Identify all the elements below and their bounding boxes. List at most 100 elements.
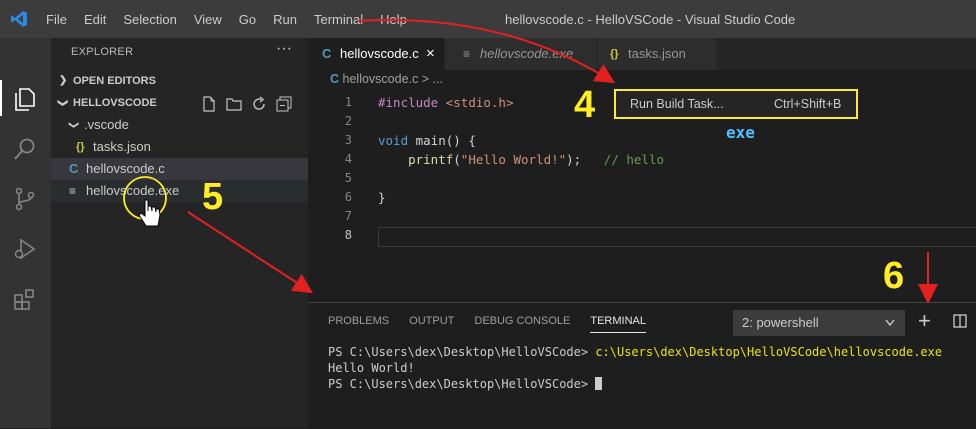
vscode-logo-icon [11, 11, 27, 27]
tab-output[interactable]: OUTPUT [409, 315, 454, 333]
menu-selection[interactable]: Selection [123, 12, 176, 27]
folder-label: .vscode [84, 117, 129, 132]
code-token: printf [408, 152, 454, 167]
open-editors-label: OPEN EDITORS [73, 75, 156, 87]
annotation-step-6: 6 [883, 255, 905, 297]
code-line-4: printf("Hello World!"); // hello [378, 152, 664, 167]
line-number: 7 [344, 209, 352, 223]
code-line-6: } [378, 190, 386, 205]
editor-tab-bar: C hellovscode.c × ≡ hellovscode.exe {} t… [308, 38, 976, 70]
terminal-command: c:\Users\dex\Desktop\HelloVSCode\hellovs… [595, 345, 943, 359]
tab-hellovscode-exe[interactable]: ≡ hellovscode.exe [445, 38, 597, 70]
explorer-actions [201, 96, 292, 112]
new-file-icon[interactable] [201, 96, 217, 112]
explorer-sidebar: EXPLORER ··· ❯ OPEN EDITORS ❯ HELLOVSCOD… [51, 38, 308, 428]
new-folder-icon[interactable] [226, 96, 242, 112]
file-label: hellovscode.c [86, 161, 165, 176]
explorer-title: EXPLORER [71, 46, 134, 58]
menu-terminal[interactable]: Terminal [314, 12, 363, 27]
close-icon[interactable]: × [426, 38, 435, 70]
code-token: ( [453, 152, 461, 167]
chevron-down-icon: ❯ [68, 120, 80, 130]
tab-debug-console[interactable]: DEBUG CONSOLE [474, 315, 570, 333]
chevron-down-icon [885, 319, 895, 327]
code-token: #include [378, 95, 439, 110]
explorer-files-icon[interactable] [12, 86, 38, 112]
new-terminal-button[interactable]: + [918, 309, 931, 333]
c-file-icon: C [69, 161, 79, 176]
chevron-right-icon: ❯ [59, 75, 68, 86]
split-terminal-icon[interactable] [953, 314, 967, 328]
explorer-more-button[interactable]: ··· [276, 40, 292, 58]
activity-bar [0, 38, 51, 428]
breadcrumb-file[interactable]: hellovscode.c [343, 72, 419, 86]
tab-label: hellovscode.exe [480, 46, 574, 61]
search-icon[interactable] [12, 136, 38, 162]
refresh-icon[interactable] [251, 96, 267, 112]
binary-file-icon: ≡ [463, 47, 471, 61]
tab-label: tasks.json [628, 46, 686, 61]
c-file-icon: C [322, 46, 332, 61]
menu-run[interactable]: Run [273, 12, 297, 27]
popup-label: Run Build Task... [630, 97, 724, 111]
tree-file-hellovscode-exe[interactable]: ≡ hellovscode.exe [51, 180, 308, 202]
code-line-1: #include <stdio.h> [378, 95, 513, 110]
json-file-icon: {} [76, 141, 85, 153]
code-token: // hello [581, 152, 665, 167]
menu-go[interactable]: Go [239, 12, 256, 27]
chevron-down-icon: ❯ [57, 98, 69, 108]
terminal-select[interactable]: 2: powershell [733, 310, 905, 336]
line-number: 2 [344, 114, 352, 128]
tree-file-tasks-json[interactable]: {} tasks.json [51, 136, 308, 158]
terminal-prompt: PS C:\Users\dex\Desktop\HelloVSCode> [328, 345, 596, 359]
current-line-highlight [378, 227, 976, 247]
run-build-task-popup[interactable]: Run Build Task... Ctrl+Shift+B [614, 89, 858, 119]
terminal-line-3[interactable]: PS C:\Users\dex\Desktop\HelloVSCode> [328, 377, 603, 391]
breadcrumb: C hellovscode.c > ... [330, 72, 443, 86]
collapse-all-icon[interactable] [276, 96, 292, 112]
annotation-step-4: 4 [574, 84, 596, 126]
menu-help[interactable]: Help [380, 12, 407, 27]
code-editor[interactable]: 1 2 3 4 5 6 7 8 #include <stdio.h> void … [308, 92, 976, 302]
exe-annotation: exe [726, 123, 755, 142]
source-control-icon[interactable] [12, 186, 38, 212]
tab-problems[interactable]: PROBLEMS [328, 315, 389, 333]
code-token: "Hello World!" [460, 152, 567, 167]
menu-edit[interactable]: Edit [84, 12, 106, 27]
c-file-icon: C [330, 72, 340, 86]
breadcrumb-separator: > [421, 72, 430, 86]
run-debug-icon[interactable] [12, 236, 38, 262]
bottom-panel: PROBLEMS OUTPUT DEBUG CONSOLE TERMINAL 2… [308, 302, 976, 429]
code-token: <stdio.h> [445, 95, 514, 110]
breadcrumb-more[interactable]: ... [433, 72, 443, 86]
line-number: 8 [344, 228, 352, 242]
tab-terminal[interactable]: TERMINAL [590, 315, 646, 333]
project-label: HELLOVSCODE [73, 97, 157, 109]
code-token: ); [566, 152, 582, 167]
menu-view[interactable]: View [194, 12, 222, 27]
code-line-3: void main() { [378, 133, 476, 148]
tree-folder-vscode[interactable]: ❯ .vscode [51, 114, 308, 136]
line-number: 6 [344, 190, 352, 204]
menu-file[interactable]: File [46, 12, 67, 27]
json-file-icon: {} [610, 48, 619, 60]
tab-label: hellovscode.c [340, 46, 419, 61]
tree-file-hellovscode-c[interactable]: C hellovscode.c [51, 158, 308, 180]
line-number: 1 [344, 95, 352, 109]
extensions-icon[interactable] [12, 286, 38, 312]
line-number: 5 [344, 171, 352, 185]
file-label: hellovscode.exe [86, 183, 180, 198]
line-number: 3 [344, 133, 352, 147]
line-number: 4 [344, 152, 352, 166]
menu-bar: File Edit Selection View Go Run Terminal… [46, 0, 424, 38]
tab-tasks-json[interactable]: {} tasks.json [598, 38, 716, 70]
popup-shortcut: Ctrl+Shift+B [774, 97, 842, 111]
open-editors-section[interactable]: ❯ OPEN EDITORS [51, 70, 308, 92]
file-label: tasks.json [93, 139, 151, 154]
title-bar: File Edit Selection View Go Run Terminal… [0, 0, 976, 38]
terminal-line-1: PS C:\Users\dex\Desktop\HelloVSCode> c:\… [328, 345, 942, 359]
tab-hellovscode-c[interactable]: C hellovscode.c × [308, 38, 444, 70]
annotation-step-5: 5 [202, 176, 224, 218]
terminal-select-value: 2: powershell [742, 315, 819, 330]
